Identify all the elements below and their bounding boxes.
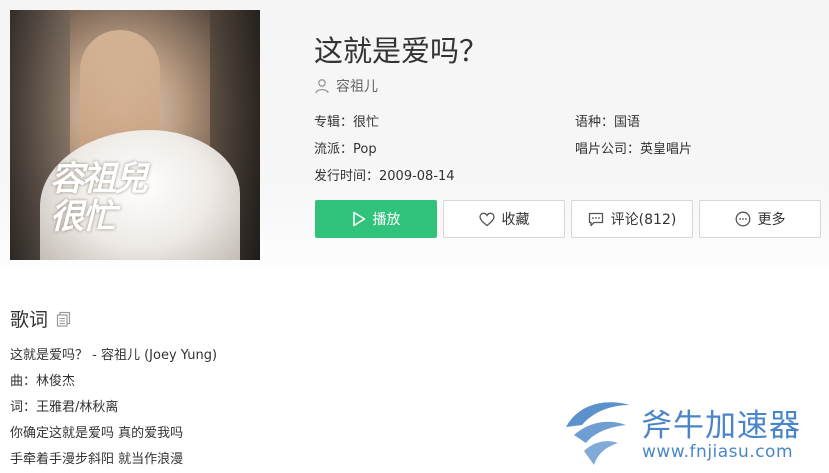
play-icon <box>352 211 365 227</box>
watermark-title: 斧牛加速器 <box>641 408 801 444</box>
lyric-line: 你确定这就是爱吗 真的爱我吗 <box>10 426 184 441</box>
play-button[interactable]: 播放 <box>315 200 437 238</box>
watermark-logo-icon <box>566 402 630 465</box>
watermark: 斧牛加速器 www.fnjiasu.com <box>558 395 829 471</box>
meta-label: 唱片公司：英皇唱片 <box>575 142 693 157</box>
copy-icon[interactable] <box>56 311 71 327</box>
meta-genre: 流派：Pop <box>314 142 377 157</box>
meta-album[interactable]: 专辑：很忙 <box>314 111 379 130</box>
lyric-line: 曲：林俊杰 <box>10 374 76 389</box>
more-icon <box>735 211 750 227</box>
album-cover[interactable]: 容祖兒 很忙 <box>10 10 260 260</box>
song-title: 这就是爱吗？ <box>314 34 489 68</box>
artist-name[interactable]: 容祖儿 <box>336 76 378 96</box>
cover-title-line2: 很忙 <box>50 197 116 237</box>
heart-icon <box>478 212 495 226</box>
watermark-url: www.fnjiasu.com <box>642 442 794 462</box>
cover-title-line1: 容祖兒 <box>50 159 148 199</box>
play-button-label: 播放 <box>372 212 401 228</box>
comment-button-label: 评论(812) <box>610 212 677 228</box>
comment-button[interactable]: 评论(812) <box>571 200 693 238</box>
favorite-button[interactable]: 收藏 <box>443 200 565 238</box>
lyrics-title: 歌词 <box>10 309 49 331</box>
meta-release-date: 发行时间：2009-08-14 <box>314 169 455 184</box>
lyric-line: 词：王雅君/林秋离 <box>10 400 119 415</box>
more-button-label: 更多 <box>757 212 786 228</box>
artist-row[interactable]: 容祖儿 <box>314 76 378 96</box>
more-button[interactable]: 更多 <box>699 200 821 238</box>
user-icon <box>315 79 329 94</box>
lyrics-header: 歌词 <box>10 305 71 332</box>
favorite-button-label: 收藏 <box>501 212 530 228</box>
lyrics-body: 这就是爱吗？ - 容祖儿 (Joey Yung) 曲：林俊杰 词：王雅君/林秋离… <box>10 343 510 473</box>
lyric-line: 这就是爱吗？ - 容祖儿 (Joey Yung) <box>10 348 218 363</box>
cover-title-art: 容祖兒 很忙 <box>50 160 160 236</box>
lyric-line: 手牵着手漫步斜阳 就当作浪漫 <box>10 452 184 467</box>
comment-icon <box>588 212 603 226</box>
meta-language: 语种：国语 <box>575 115 641 130</box>
